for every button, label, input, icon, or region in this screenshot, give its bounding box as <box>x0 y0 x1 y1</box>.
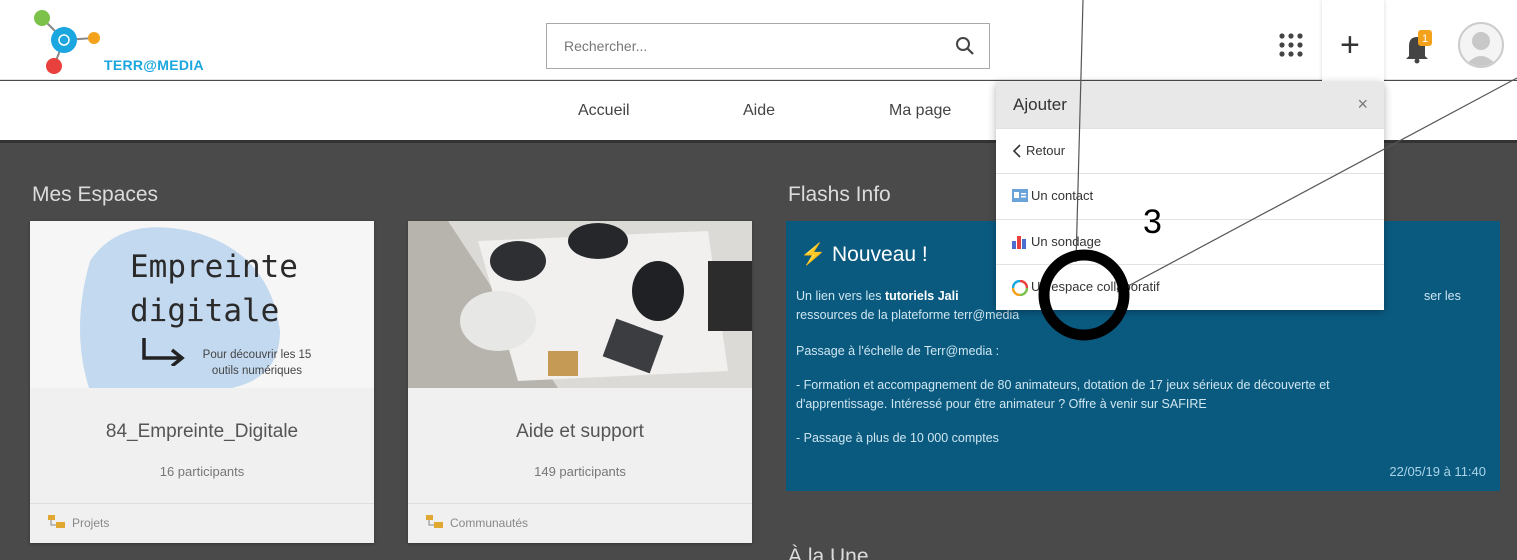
space-card[interactable]: Empreinte digitale Pour découvrir les 15… <box>30 221 374 543</box>
user-avatar-icon <box>1465 32 1497 66</box>
thumbnail-heading: Empreinte digitale <box>130 249 298 329</box>
add-menu-header: Ajouter × <box>996 82 1384 128</box>
participant-count: 16 participants <box>159 464 245 479</box>
apps-grid-icon[interactable] <box>1278 32 1304 58</box>
flash-text-line: Passage à l'échelle de Terr@media : <box>796 344 1000 358</box>
add-button[interactable]: + <box>1322 0 1384 92</box>
meeting-photo <box>408 221 752 388</box>
space-thumbnail[interactable] <box>408 221 752 388</box>
space-category: Communautés <box>408 503 752 543</box>
space-card[interactable]: Aide et support 149 participants Communa… <box>408 221 752 543</box>
step-number: 3 <box>1143 203 1162 241</box>
space-name[interactable]: Aide et support <box>408 421 752 443</box>
plus-icon: + <box>1340 26 1360 64</box>
nav-item-ma-page[interactable]: Ma page <box>889 102 951 120</box>
search-icon[interactable] <box>955 36 975 56</box>
close-icon[interactable]: × <box>1357 94 1368 115</box>
search-input[interactable] <box>547 24 927 68</box>
logo[interactable]: TERR@MEDIA <box>32 10 222 80</box>
my-spaces-title: Mes Espaces <box>32 183 159 206</box>
logo-text: TERR@MEDIA <box>104 57 204 73</box>
flash-text-line: d'apprentissage. Intéressé pour être ani… <box>796 397 1207 411</box>
collaborative-space-icon <box>1012 280 1028 296</box>
bar-chart-icon <box>1012 236 1026 249</box>
add-menu: Ajouter × Retour Un contact Un sondage U… <box>996 82 1384 310</box>
nav-item-accueil[interactable]: Accueil <box>578 102 630 120</box>
notification-bell-icon[interactable]: 1 <box>1403 30 1433 64</box>
add-menu-title: Ajouter <box>1013 95 1067 114</box>
avatar[interactable] <box>1458 22 1504 68</box>
nav-item-aide[interactable]: Aide <box>743 102 775 120</box>
space-name[interactable]: 84_Empreinte_Digitale <box>30 421 374 443</box>
space-thumbnail[interactable]: Empreinte digitale Pour découvrir les 15… <box>30 221 374 388</box>
tutorial-link[interactable]: tutoriels Jali <box>885 289 959 303</box>
chevron-left-icon <box>1012 144 1021 158</box>
arrow-right-icon <box>142 338 185 366</box>
menu-item-contact[interactable]: Un contact <box>996 173 1384 218</box>
flash-date: 22/05/19 à 11:40 <box>1389 464 1486 479</box>
flash-info-title: Flashs Info <box>788 183 891 206</box>
headline-section-title: À la Une <box>788 545 869 560</box>
thumbnail-caption: Pour découvrir les 15 outils numériques <box>202 349 312 377</box>
menu-item-collaborative-space[interactable]: Un espace collaboratif <box>996 264 1384 309</box>
top-bar: TERR@MEDIA + 1 <box>0 0 1517 92</box>
search-box[interactable] <box>546 23 990 69</box>
menu-item-poll[interactable]: Un sondage <box>996 219 1384 264</box>
folder-tree-icon <box>426 515 443 528</box>
flash-text-line: - Formation et accompagnement de 80 anim… <box>796 378 1330 392</box>
flash-card-title: ⚡ Nouveau ! <box>800 243 928 266</box>
folder-tree-icon <box>48 515 65 528</box>
participant-count: 149 participants <box>534 464 626 479</box>
lightning-icon: ⚡ <box>800 243 827 266</box>
flash-text-line: - Passage à plus de 10 000 comptes <box>796 431 999 445</box>
space-category: Projets <box>30 503 374 543</box>
menu-item-back[interactable]: Retour <box>996 128 1384 173</box>
contact-card-icon <box>1012 189 1028 202</box>
notification-count: 1 <box>1422 33 1428 45</box>
